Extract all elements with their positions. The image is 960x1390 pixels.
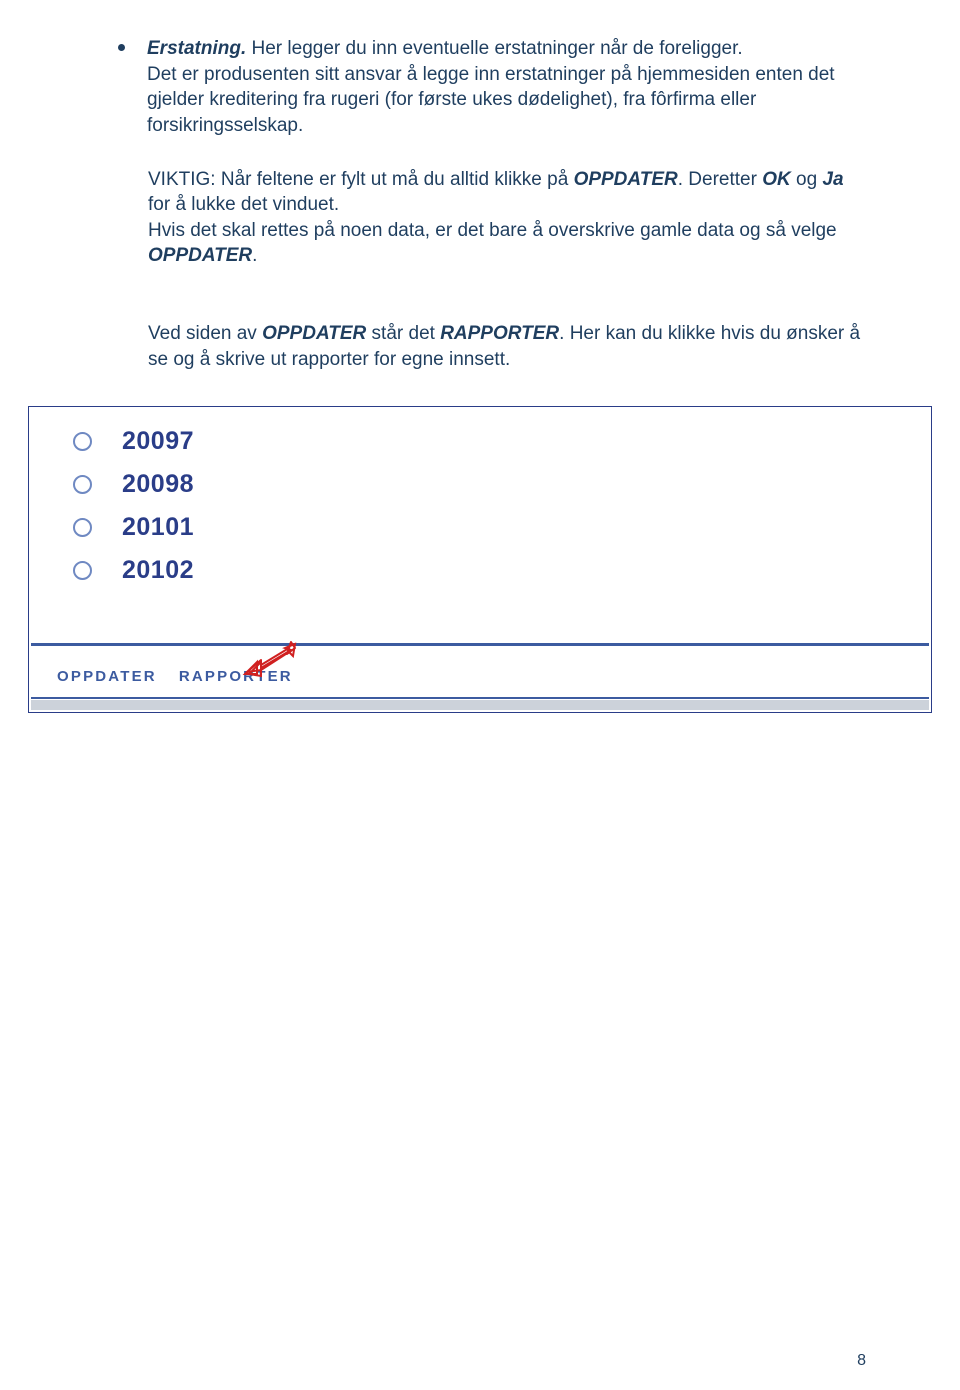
radio-label: 20102 bbox=[122, 556, 194, 585]
para1-pre: VIKTIG: Når feltene er fylt ut må du all… bbox=[148, 169, 574, 190]
radio-icon[interactable] bbox=[73, 518, 92, 537]
para1-ja: Ja bbox=[822, 169, 843, 190]
bullet-title: Erstatning. bbox=[147, 38, 246, 59]
page-number: 8 bbox=[857, 1352, 866, 1370]
paragraph-rapporter: Ved siden av OPPDATER står det RAPPORTER… bbox=[120, 321, 870, 372]
para1-line3c: . bbox=[252, 245, 257, 266]
radio-row[interactable]: 20101 bbox=[73, 513, 931, 542]
radio-label: 20101 bbox=[122, 513, 194, 542]
radio-row[interactable]: 20097 bbox=[73, 427, 931, 456]
radio-icon[interactable] bbox=[73, 475, 92, 494]
bullet-item: Erstatning. Her legger du inn eventuelle… bbox=[120, 36, 870, 139]
bullet-line1: Her legger du inn eventuelle erstatninge… bbox=[246, 38, 742, 59]
button-bar: OPPDATER RAPPORTER bbox=[29, 646, 931, 697]
bullet-icon bbox=[118, 44, 125, 51]
paragraph-viktig: VIKTIG: Når feltene er fylt ut må du all… bbox=[120, 167, 870, 270]
para2-oppdater: OPPDATER bbox=[262, 323, 366, 344]
divider-thin bbox=[31, 697, 929, 699]
para1-p2: og bbox=[791, 169, 823, 190]
bottom-bar bbox=[31, 700, 929, 710]
para1-line3a: Hvis det skal rettes på noen data, er de… bbox=[148, 220, 837, 241]
para2-pre: Ved siden av bbox=[148, 323, 262, 344]
para1-p1: . Deretter bbox=[678, 169, 762, 190]
radio-label: 20097 bbox=[122, 427, 194, 456]
para2-mid: står det bbox=[366, 323, 440, 344]
para1-line3b: OPPDATER bbox=[148, 245, 252, 266]
para2-rapporter: RAPPORTER bbox=[440, 323, 559, 344]
radio-row[interactable]: 20098 bbox=[73, 470, 931, 499]
radio-list: 20097 20098 20101 20102 bbox=[29, 407, 931, 643]
oppdater-button[interactable]: OPPDATER bbox=[57, 668, 157, 685]
rapporter-button[interactable]: RAPPORTER bbox=[179, 668, 293, 685]
radio-label: 20098 bbox=[122, 470, 194, 499]
radio-icon[interactable] bbox=[73, 432, 92, 451]
para1-p3: for å lukke det vinduet. bbox=[148, 194, 339, 215]
bullet-text: Erstatning. Her legger du inn eventuelle… bbox=[147, 36, 870, 139]
para1-oppdater: OPPDATER bbox=[574, 169, 678, 190]
para1-ok: OK bbox=[762, 169, 791, 190]
radio-row[interactable]: 20102 bbox=[73, 556, 931, 585]
embedded-screenshot: 20097 20098 20101 20102 OPPDATER RAPPORT… bbox=[28, 406, 932, 713]
radio-icon[interactable] bbox=[73, 561, 92, 580]
bullet-line2: Det er produsenten sitt ansvar å legge i… bbox=[147, 62, 870, 139]
